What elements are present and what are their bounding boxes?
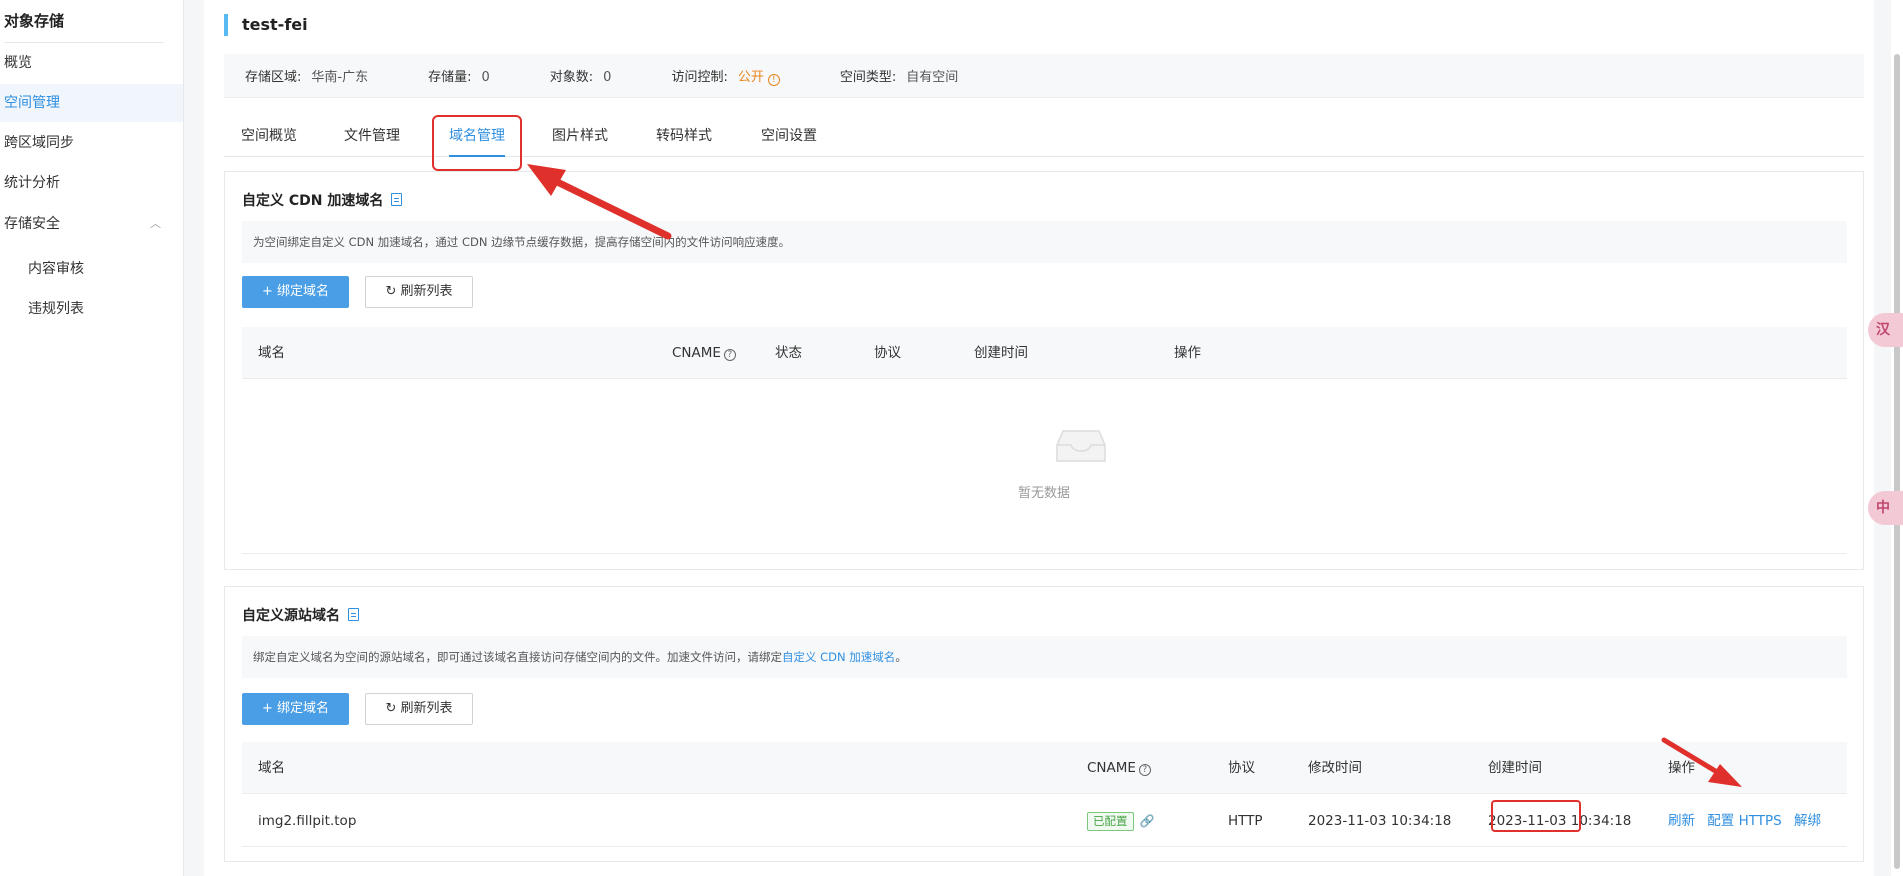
- link-icon[interactable]: 🔗: [1140, 795, 1155, 847]
- row-cname: 已配置 🔗: [1087, 795, 1154, 847]
- origin-bind-domain-button[interactable]: + 绑定域名: [242, 693, 349, 725]
- col-created: 创建时间: [1488, 760, 1542, 776]
- sidebar-item-bucket-management[interactable]: 空间管理: [0, 84, 183, 122]
- info-objects: 对象数: 0: [549, 70, 612, 85]
- empty-inbox-icon: [1056, 430, 1106, 462]
- sidebar-divider: [4, 42, 164, 43]
- origin-description: 绑定自定义域名为空间的源站域名，即可通过该域名直接访问存储空间内的文件。加速文件…: [242, 636, 1847, 678]
- unbind-link[interactable]: 解绑: [1794, 813, 1821, 829]
- col-domain: 域名: [258, 345, 285, 361]
- row-domain: img2.fillpit.top: [258, 813, 357, 829]
- sidebar-item-content-audit[interactable]: 内容审核: [0, 250, 183, 288]
- sidebar-item-label: 存储安全: [4, 216, 60, 232]
- cdn-bind-domain-button[interactable]: + 绑定域名: [242, 276, 349, 308]
- tab-highlight-box: [432, 115, 522, 171]
- sidebar-item-overview[interactable]: 概览: [0, 44, 183, 82]
- sidebar-item-storage-security[interactable]: 存储安全 ︿: [0, 205, 183, 243]
- sidebar: 对象存储 概览 空间管理 跨区域同步 统计分析 存储安全 ︿ 内容审核 违规列表: [0, 0, 184, 876]
- chevron-up-icon: ︿: [150, 217, 161, 230]
- info-type: 空间类型: 自有空间: [839, 70, 959, 85]
- cdn-domain-link[interactable]: 自定义 CDN 加速域名: [782, 650, 895, 664]
- tab-file-management[interactable]: 文件管理: [344, 115, 400, 157]
- https-highlight-box: [1491, 800, 1581, 832]
- info-region: 存储区域: 华南-广东: [245, 70, 369, 85]
- row-protocol: HTTP: [1228, 813, 1263, 829]
- translate-badge[interactable]: 汉: [1868, 313, 1903, 347]
- col-cname: CNAME?: [1087, 742, 1151, 794]
- scrollbar-thumb[interactable]: [1894, 54, 1900, 869]
- warning-icon[interactable]: !: [767, 73, 780, 86]
- sidebar-item-cross-region-sync[interactable]: 跨区域同步: [0, 124, 183, 162]
- tab-overview[interactable]: 空间概览: [241, 115, 297, 157]
- row-actions: 刷新 配置 HTTPS 解绑: [1668, 795, 1821, 847]
- origin-refresh-list-button[interactable]: ↻ 刷新列表: [365, 693, 473, 725]
- col-actions: 操作: [1174, 345, 1201, 361]
- row-modified: 2023-11-03 10:34:18: [1308, 813, 1452, 829]
- cdn-description: 为空间绑定自定义 CDN 加速域名，通过 CDN 边缘节点缓存数据，提高存储空间…: [242, 221, 1847, 263]
- col-cname: CNAME?: [672, 327, 736, 379]
- refresh-link[interactable]: 刷新: [1668, 813, 1695, 829]
- table-bottom-divider: [242, 553, 1847, 554]
- cdn-table-header: 域名 CNAME? 状态 协议 创建时间 操作: [242, 327, 1847, 379]
- origin-domain-panel: 自定义源站域名 绑定自定义域名为空间的源站域名，即可通过该域名直接访问存储空间内…: [224, 586, 1864, 862]
- tab-image-styles[interactable]: 图片样式: [552, 115, 608, 157]
- col-domain: 域名: [258, 760, 285, 776]
- cdn-domain-panel: 自定义 CDN 加速域名 为空间绑定自定义 CDN 加速域名，通过 CDN 边缘…: [224, 171, 1864, 570]
- table-row: img2.fillpit.top 已配置 🔗 HTTP 2023-11-03 10…: [242, 795, 1847, 847]
- question-icon[interactable]: ?: [1138, 764, 1151, 776]
- tab-transcode-styles[interactable]: 转码样式: [656, 115, 712, 157]
- col-protocol: 协议: [1228, 760, 1255, 776]
- info-access: 访问控制: 公开!: [671, 66, 780, 86]
- col-modified: 修改时间: [1308, 760, 1362, 776]
- tab-bucket-settings[interactable]: 空间设置: [761, 115, 817, 157]
- cdn-panel-title: 自定义 CDN 加速域名: [242, 190, 403, 210]
- configure-https-link[interactable]: 配置 HTTPS: [1707, 813, 1781, 829]
- col-protocol: 协议: [874, 345, 901, 361]
- bucket-info-bar: 存储区域: 华南-广东 存储量: 0 对象数: 0 访问控制: 公开! 空间类型: 自有空…: [224, 54, 1864, 98]
- refresh-icon: ↻: [385, 701, 397, 716]
- ime-badge[interactable]: 中: [1868, 491, 1903, 525]
- question-icon[interactable]: ?: [723, 349, 736, 361]
- sidebar-title: 对象存储: [4, 12, 65, 30]
- status-badge: 已配置: [1087, 811, 1134, 831]
- col-created: 创建时间: [974, 345, 1028, 361]
- origin-table-header: 域名 CNAME? 协议 修改时间 创建时间 操作: [242, 742, 1847, 794]
- empty-text: 暂无数据: [1017, 486, 1070, 501]
- sidebar-item-statistics[interactable]: 统计分析: [0, 164, 183, 202]
- page-title: test-fei: [224, 14, 308, 36]
- refresh-icon: ↻: [385, 284, 397, 299]
- col-status: 状态: [775, 345, 802, 361]
- info-storage: 存储量: 0: [428, 70, 490, 85]
- col-actions: 操作: [1668, 760, 1695, 776]
- document-icon[interactable]: [348, 608, 359, 621]
- document-icon[interactable]: [391, 193, 403, 206]
- sidebar-item-violation-list[interactable]: 违规列表: [0, 290, 183, 328]
- origin-panel-title: 自定义源站域名: [242, 605, 359, 625]
- cdn-refresh-list-button[interactable]: ↻ 刷新列表: [365, 276, 473, 308]
